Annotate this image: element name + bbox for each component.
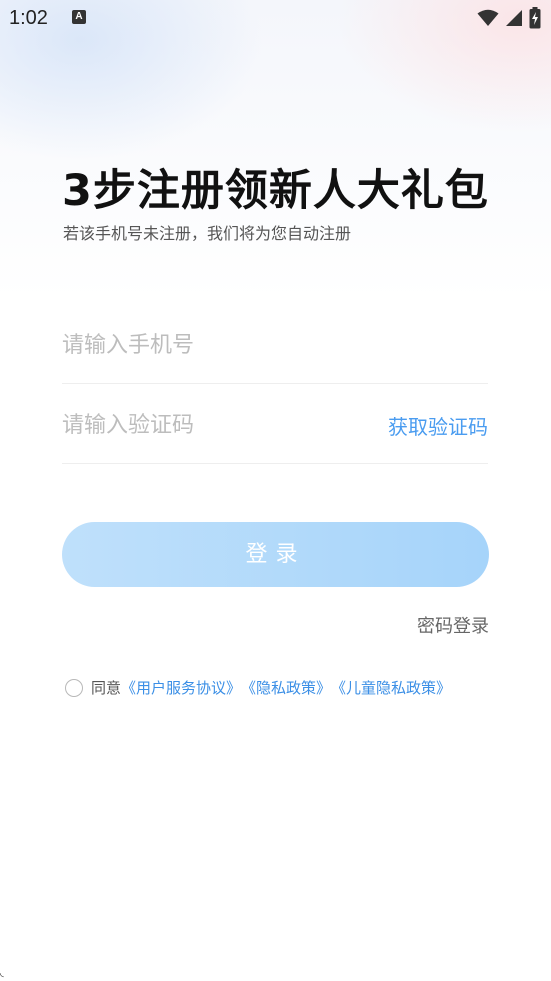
signal-icon — [506, 10, 522, 26]
status-icons — [477, 7, 541, 29]
privacy-policy-link[interactable]: 《隐私政策》 — [241, 677, 331, 698]
battery-charging-icon — [529, 7, 541, 29]
agree-prefix: 同意 — [91, 679, 122, 697]
agree-checkbox[interactable] — [65, 678, 83, 697]
page-subtitle: 若该手机号未注册，我们将为您自动注册 — [63, 224, 352, 243]
status-bar: 1:02 A — [0, 0, 551, 38]
verification-code-input[interactable] — [62, 405, 362, 445]
page-title: 3步注册领新人大礼包 — [62, 166, 489, 216]
password-login-link[interactable]: 密码登录 — [417, 612, 489, 638]
phone-input[interactable] — [62, 325, 362, 365]
phone-field-row — [62, 303, 488, 384]
agreement-row: 同意 《用户服务协议》 《隐私政策》 《儿童隐私政策》 — [65, 677, 451, 698]
login-button[interactable]: 登录 — [62, 522, 489, 587]
get-code-button[interactable]: 获取验证码 — [388, 411, 488, 440]
code-field-row: 获取验证码 — [62, 383, 488, 464]
status-time: 1:02 — [9, 7, 48, 29]
corner-mark: ◟ — [0, 968, 4, 979]
child-privacy-policy-link[interactable]: 《儿童隐私政策》 — [331, 677, 451, 698]
notification-a-icon: A — [72, 10, 86, 24]
user-agreement-link[interactable]: 《用户服务协议》 — [121, 677, 241, 698]
wifi-icon — [477, 9, 499, 26]
